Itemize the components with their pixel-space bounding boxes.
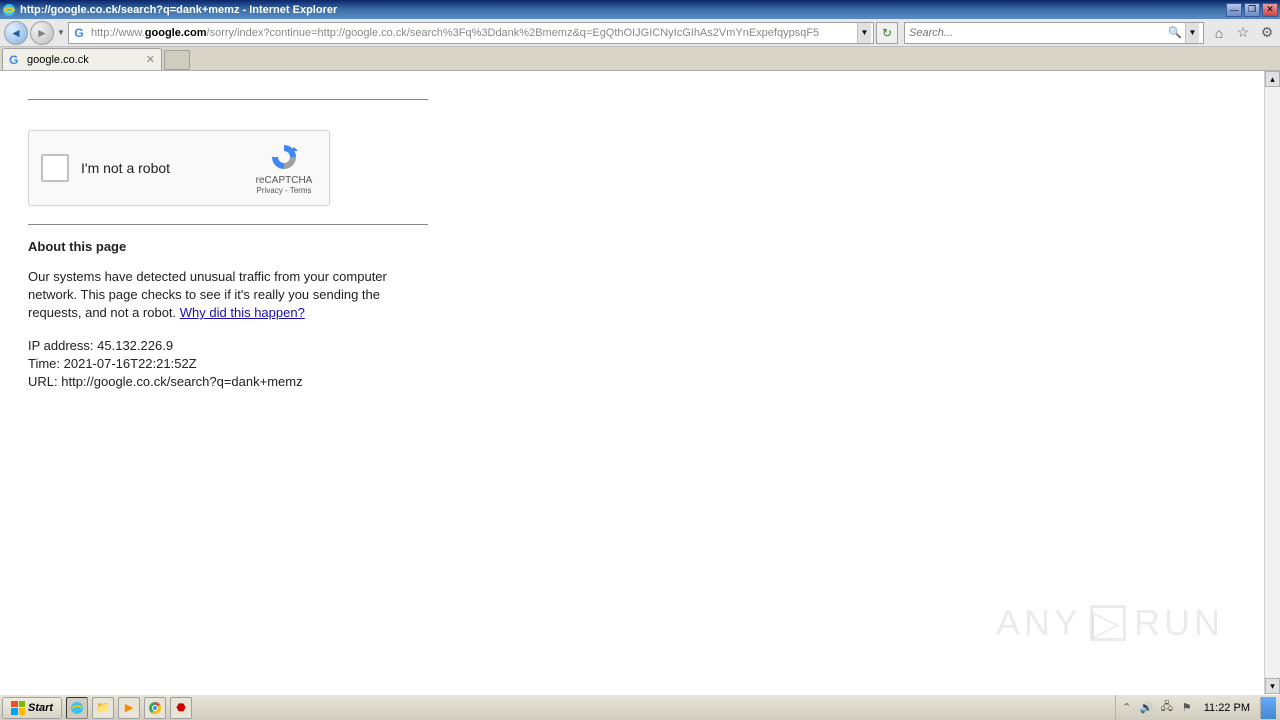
recaptcha-brand: reCAPTCHA [251, 175, 317, 186]
play-icon: ▷ [1090, 605, 1126, 641]
tools-icon[interactable]: ⚙ [1258, 24, 1276, 42]
new-tab-button[interactable] [164, 50, 190, 70]
watermark: ANY ▷ RUN [996, 602, 1224, 644]
url-text: http://www.google.com/sorry/index?contin… [91, 27, 857, 39]
folder-icon: 📁 [96, 701, 110, 714]
tab-bar: G google.co.ck ✕ [0, 47, 1280, 71]
vertical-scrollbar[interactable]: ▴ ▾ [1264, 71, 1280, 694]
shield-icon: ⬣ [176, 701, 186, 714]
network-icon[interactable]: 🖧 [1160, 701, 1174, 715]
url-favicon-icon: G [71, 25, 87, 41]
recaptcha-label: I'm not a robot [81, 160, 251, 176]
taskbar-media[interactable]: ▶ [118, 697, 140, 719]
about-text: Our systems have detected unusual traffi… [28, 268, 408, 323]
taskbar-app[interactable]: ⬣ [170, 697, 192, 719]
page-content: I'm not a robot reCAPTCHA Privacy - Term… [0, 71, 1264, 694]
taskbar-ie[interactable] [66, 697, 88, 719]
why-link[interactable]: Why did this happen? [180, 305, 305, 320]
window-title: http://google.co.ck/search?q=dank+memz -… [20, 4, 1226, 16]
recaptcha-checkbox[interactable] [41, 154, 69, 182]
tray-expand-icon[interactable]: ⌃ [1120, 701, 1134, 715]
scroll-down-icon[interactable]: ▾ [1265, 678, 1280, 694]
recaptcha-branding: reCAPTCHA Privacy - Terms [251, 141, 317, 195]
volume-icon[interactable]: 🔊 [1140, 701, 1154, 715]
url-dropdown[interactable]: ▼ [857, 23, 871, 43]
start-button[interactable]: Start [2, 697, 62, 719]
ie-icon [2, 3, 16, 17]
url-info: URL: http://google.co.ck/search?q=dank+m… [28, 373, 1236, 391]
recaptcha-links: Privacy - Terms [251, 186, 317, 195]
browser-toolbar: ◄ ► ▼ G http://www.google.com/sorry/inde… [0, 19, 1280, 47]
window-titlebar: http://google.co.ck/search?q=dank+memz -… [0, 0, 1280, 19]
search-bar[interactable]: 🔍 ▼ [904, 22, 1204, 44]
forward-button[interactable]: ► [30, 21, 54, 45]
media-icon: ▶ [125, 701, 133, 714]
favorites-icon[interactable]: ☆ [1234, 24, 1252, 42]
taskbar-explorer[interactable]: 📁 [92, 697, 114, 719]
clock[interactable]: 11:22 PM [1200, 702, 1254, 714]
recaptcha-widget: I'm not a robot reCAPTCHA Privacy - Term… [28, 130, 330, 206]
separator [28, 99, 428, 100]
tab-favicon-icon: G [9, 53, 23, 67]
recaptcha-terms-link[interactable]: Terms [290, 186, 312, 195]
separator [28, 224, 428, 225]
refresh-button[interactable]: ↻ [876, 22, 898, 44]
maximize-button[interactable]: ❐ [1244, 3, 1260, 17]
minimize-button[interactable]: — [1226, 3, 1242, 17]
search-input[interactable] [909, 27, 1167, 39]
ip-info: IP address: 45.132.226.9 [28, 337, 1236, 355]
time-info: Time: 2021-07-16T22:21:52Z [28, 355, 1236, 373]
show-desktop-button[interactable] [1260, 697, 1276, 719]
taskbar-chrome[interactable] [144, 697, 166, 719]
scroll-up-icon[interactable]: ▴ [1265, 71, 1280, 87]
about-heading: About this page [28, 239, 1236, 254]
tab-close-icon[interactable]: ✕ [146, 53, 155, 66]
windows-logo-icon [11, 701, 25, 715]
home-icon[interactable]: ⌂ [1210, 24, 1228, 42]
search-dropdown[interactable]: ▼ [1185, 23, 1199, 43]
flag-icon[interactable]: ⚑ [1180, 701, 1194, 715]
nav-dropdown[interactable]: ▼ [56, 21, 66, 45]
close-button[interactable]: ✕ [1262, 3, 1278, 17]
start-label: Start [28, 702, 53, 714]
tab-label: google.co.ck [27, 54, 140, 66]
search-icon[interactable]: 🔍 [1167, 25, 1183, 41]
tab-active[interactable]: G google.co.ck ✕ [2, 48, 162, 70]
address-bar[interactable]: G http://www.google.com/sorry/index?cont… [68, 22, 874, 44]
back-button[interactable]: ◄ [4, 21, 28, 45]
system-tray: ⌃ 🔊 🖧 ⚑ 11:22 PM [1115, 695, 1280, 720]
recaptcha-privacy-link[interactable]: Privacy [257, 186, 283, 195]
taskbar: Start 📁 ▶ ⬣ ⌃ 🔊 🖧 ⚑ 11:22 PM [0, 694, 1280, 720]
recaptcha-logo-icon [268, 141, 300, 173]
